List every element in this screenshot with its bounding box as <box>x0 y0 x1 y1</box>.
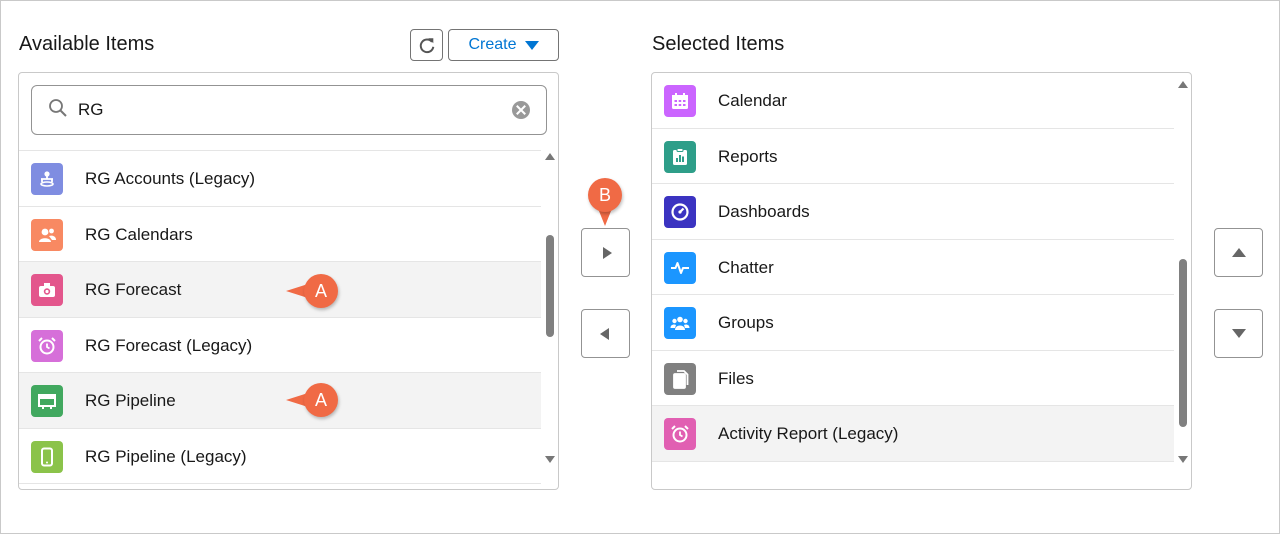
search-icon <box>49 99 67 117</box>
alarm-clock-icon <box>664 418 696 450</box>
pulse-icon <box>664 251 696 284</box>
people-icon <box>31 218 63 251</box>
list-item[interactable]: Reports <box>652 129 1174 184</box>
list-item-label: Groups <box>718 313 774 332</box>
callout-a-label: A <box>304 274 338 308</box>
list-item[interactable]: Calendar <box>652 73 1174 129</box>
list-item[interactable]: Chatter <box>652 240 1174 295</box>
list-item-label: Reports <box>718 146 778 166</box>
scroll-up-icon[interactable] <box>1178 81 1188 88</box>
list-item[interactable]: RG Forecast <box>19 262 541 318</box>
camera-icon <box>31 274 63 306</box>
callout-a-label: A <box>304 383 338 417</box>
list-item-label: Calendar <box>718 91 787 110</box>
selected-items-heading: Selected Items <box>652 33 785 55</box>
move-down-button[interactable] <box>1214 309 1263 358</box>
report-clipboard-icon <box>664 140 696 173</box>
list-item[interactable]: RG Pipeline (Legacy) <box>19 429 541 484</box>
clear-search-icon[interactable] <box>512 101 530 119</box>
list-item-label: Files <box>718 368 754 388</box>
list-item-label: RG Pipeline <box>85 391 176 410</box>
callout-b: B <box>586 178 624 226</box>
available-items-panel: RG RG Accounts (Legacy) RG Calendars RG Fo… <box>18 72 559 490</box>
scroll-down-icon[interactable] <box>1178 456 1188 463</box>
list-item[interactable]: Dashboards <box>652 184 1174 240</box>
move-up-button[interactable] <box>1214 228 1263 277</box>
pipeline-icon <box>31 385 63 417</box>
refresh-icon <box>419 38 434 54</box>
list-item-label: RG Calendars <box>85 224 193 244</box>
arrow-up-icon <box>1231 248 1246 257</box>
create-dropdown-button[interactable]: Create <box>448 29 559 61</box>
gauge-icon <box>664 196 696 228</box>
arrow-right-icon <box>602 246 612 259</box>
scroll-down-icon[interactable] <box>545 456 555 463</box>
chevron-down-icon <box>524 40 539 50</box>
list-item[interactable]: Files <box>652 351 1174 406</box>
list-item-label: Activity Report (Legacy) <box>718 424 899 443</box>
list-item-label: Dashboards <box>718 202 810 221</box>
callout-a: A <box>286 383 338 417</box>
search-input[interactable]: RG <box>31 85 547 135</box>
files-icon <box>664 362 696 395</box>
list-item-label: RG Forecast <box>85 280 182 299</box>
callout-b-label: B <box>588 178 622 212</box>
search-value: RG <box>78 100 104 119</box>
move-to-available-button[interactable] <box>581 309 630 358</box>
list-item[interactable]: RG Accounts (Legacy) <box>19 151 541 207</box>
list-item[interactable]: RG Pipeline <box>19 373 541 429</box>
alarm-clock-icon <box>31 329 63 362</box>
move-to-selected-button[interactable] <box>581 228 630 277</box>
arrow-down-icon <box>1231 329 1246 338</box>
hierarchy-icon <box>31 163 63 195</box>
create-label: Create <box>468 36 517 53</box>
refresh-button[interactable] <box>410 29 443 61</box>
list-item-label: Chatter <box>718 257 774 277</box>
list-item-label: RG Accounts (Legacy) <box>85 169 256 188</box>
calendar-icon <box>664 85 696 117</box>
scrollbar-thumb[interactable] <box>1179 259 1187 427</box>
mobile-icon <box>31 440 63 473</box>
callout-a: A <box>286 274 338 308</box>
list-item-label: RG Pipeline (Legacy) <box>85 446 247 466</box>
scroll-up-icon[interactable] <box>545 153 555 160</box>
available-items-heading: Available Items <box>19 33 155 55</box>
group-icon <box>664 307 696 339</box>
list-item-label: RG Forecast (Legacy) <box>85 335 253 355</box>
scrollbar-thumb[interactable] <box>546 235 554 337</box>
list-item[interactable]: RG Calendars <box>19 207 541 262</box>
arrow-left-icon <box>599 327 609 340</box>
list-item[interactable]: RG Forecast (Legacy) <box>19 318 541 373</box>
list-item[interactable]: Groups <box>652 295 1174 351</box>
list-item[interactable]: Activity Report (Legacy) <box>652 406 1174 462</box>
selected-items-panel: Calendar Reports Dashboards Chatter Groups Fi… <box>651 72 1192 490</box>
